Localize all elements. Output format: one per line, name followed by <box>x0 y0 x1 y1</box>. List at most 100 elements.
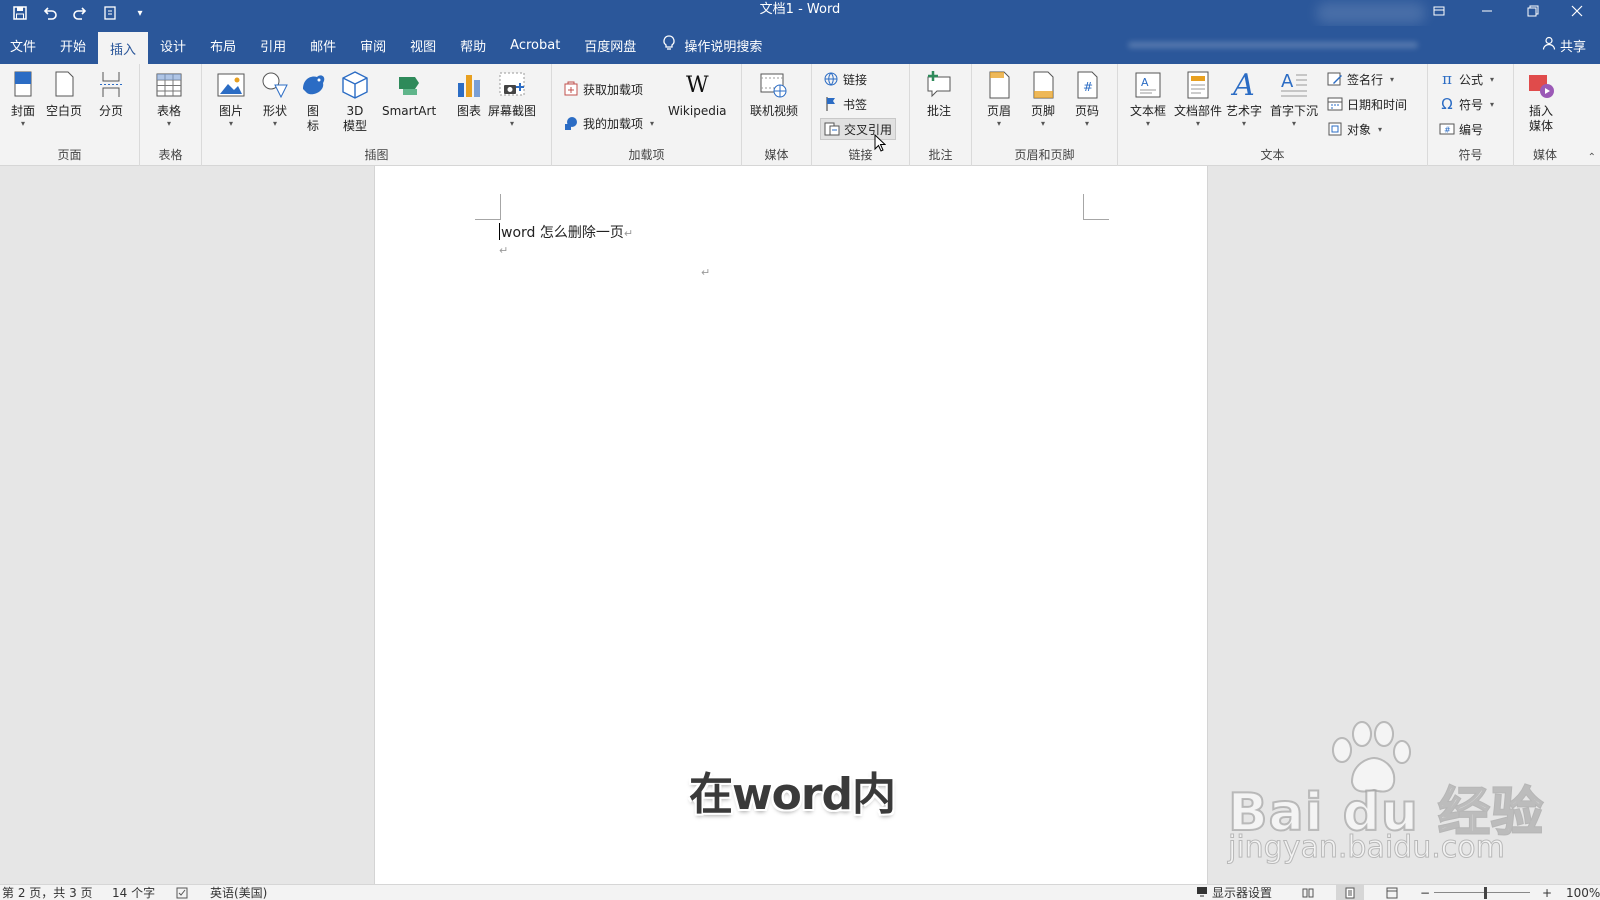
tab-view[interactable]: 视图 <box>398 26 448 64</box>
symbol-button[interactable]: Ω 符号 ▾ <box>1436 93 1497 115</box>
tab-references[interactable]: 引用 <box>248 26 298 64</box>
header-button[interactable]: 页眉 ▾ <box>982 68 1016 129</box>
object-label: 对象 <box>1347 122 1372 137</box>
group-text: A 文本框 ▾ 文档部件 ▾ A 艺术字 ▾ A 首字下沉 ▾ 签名行 ▾ 日期… <box>1118 64 1428 166</box>
signature-line-button[interactable]: 签名行 ▾ <box>1324 68 1397 90</box>
get-addins-button[interactable]: 获取加载项 <box>560 78 646 100</box>
tab-help[interactable]: 帮助 <box>448 26 498 64</box>
dropdown-arrow-icon: ▾ <box>228 119 233 128</box>
video-subtitle: 在word内 <box>688 769 896 820</box>
document-text-line[interactable]: word 怎么删除一页↵ <box>499 222 633 242</box>
icons-button[interactable]: 图 标 <box>298 68 328 134</box>
page-number-button[interactable]: # 页码 ▾ <box>1070 68 1104 129</box>
link-button[interactable]: 链接 <box>820 68 870 90</box>
dropdown-arrow-icon: ▾ <box>1242 119 1247 128</box>
page-count[interactable]: 第 2 页，共 3 页 <box>2 885 93 900</box>
footer-label: 页脚 <box>1030 104 1055 118</box>
tab-home[interactable]: 开始 <box>48 26 98 64</box>
tell-me-search[interactable]: 操作说明搜索 <box>648 26 762 64</box>
online-video-button[interactable]: 联机视频 <box>750 68 798 119</box>
bookmark-button[interactable]: 书签 <box>820 93 870 115</box>
tab-acrobat[interactable]: Acrobat <box>498 26 572 64</box>
smartart-button[interactable]: SmartArt <box>382 68 436 119</box>
table-button[interactable]: 表格 ▾ <box>152 68 186 129</box>
save-icon[interactable] <box>8 2 32 24</box>
tab-review[interactable]: 审阅 <box>348 26 398 64</box>
cross-reference-icon <box>824 121 840 137</box>
tab-baidu-netdisk[interactable]: 百度网盘 <box>572 26 648 64</box>
cover-page-button[interactable]: 封面 ▾ <box>6 68 40 129</box>
object-button[interactable]: 对象 ▾ <box>1324 118 1385 140</box>
zoom-slider-thumb[interactable] <box>1484 887 1487 899</box>
chart-icon <box>452 68 486 102</box>
equation-button[interactable]: π 公式 ▾ <box>1436 68 1497 90</box>
number-label: 编号 <box>1459 122 1484 137</box>
tab-layout[interactable]: 布局 <box>198 26 248 64</box>
new-comment-button[interactable]: 批注 <box>922 68 956 119</box>
get-addins-label: 获取加载项 <box>583 82 644 97</box>
restore-icon[interactable] <box>1510 0 1556 22</box>
undo-icon[interactable] <box>38 2 62 24</box>
number-button[interactable]: # 编号 <box>1436 118 1486 140</box>
wikipedia-icon: W <box>685 72 709 98</box>
wikipedia-button[interactable]: W Wikipedia <box>668 68 727 119</box>
footer-button[interactable]: 页脚 ▾ <box>1026 68 1060 129</box>
signature-line-label: 签名行 <box>1347 72 1384 87</box>
svg-text:#: # <box>1444 126 1451 135</box>
web-layout-icon[interactable] <box>1386 885 1398 900</box>
group-header-footer-label: 页眉和页脚 <box>1014 148 1075 162</box>
document-page[interactable]: word 怎么删除一页↵ ↵ ↵ 在word内 <box>374 166 1208 884</box>
screenshot-button[interactable]: 屏幕截图 ▾ <box>488 68 536 129</box>
3d-models-button[interactable]: 3D 模型 <box>340 68 370 134</box>
tab-insert[interactable]: 插入 <box>98 32 149 64</box>
chart-button[interactable]: 图表 <box>452 68 486 119</box>
display-settings-button[interactable]: 显示器设置 <box>1196 885 1272 900</box>
proofing-icon[interactable] <box>176 885 188 900</box>
crop-mark-top-left <box>475 194 501 220</box>
redo-icon[interactable] <box>68 2 92 24</box>
close-icon[interactable] <box>1554 0 1600 22</box>
shapes-icon <box>258 68 292 102</box>
3d-models-label: 3D 模型 <box>342 104 367 133</box>
group-addins-label: 加载项 <box>628 148 665 162</box>
read-mode-icon[interactable] <box>1302 885 1314 900</box>
collapse-ribbon-icon[interactable]: ⌃ <box>1588 152 1596 163</box>
insert-media-label: 插入 媒体 <box>1528 104 1553 133</box>
dropdown-arrow-icon: ▾ <box>1390 74 1395 84</box>
zoom-in-icon[interactable]: + <box>1542 885 1552 900</box>
pi-icon: π <box>1442 70 1452 88</box>
page-break-button[interactable]: 分页 <box>94 68 128 119</box>
zoom-slider[interactable] <box>1434 892 1530 893</box>
share-button[interactable]: 共享 <box>1542 26 1586 64</box>
dropdown-arrow-icon: ▾ <box>20 119 25 128</box>
print-layout-icon[interactable] <box>1336 885 1364 900</box>
customize-qat-icon[interactable]: ▾ <box>128 2 152 24</box>
lightbulb-icon <box>662 35 676 55</box>
page-number-icon: # <box>1070 68 1104 102</box>
minimize-icon[interactable] <box>1464 0 1510 22</box>
document-canvas: word 怎么删除一页↵ ↵ ↵ 在word内 Bai du 经验 jingya… <box>0 166 1600 884</box>
tab-mailings[interactable]: 邮件 <box>298 26 348 64</box>
dropdown-arrow-icon: ▾ <box>272 119 277 128</box>
paragraph-mark: ↵ <box>701 266 711 279</box>
pictures-button[interactable]: 图片 ▾ <box>214 68 248 129</box>
my-addins-button[interactable]: 我的加载项 ▾ <box>560 112 657 134</box>
quick-parts-button[interactable]: 文档部件 ▾ <box>1174 68 1222 129</box>
language-indicator[interactable]: 英语(美国) <box>210 885 267 900</box>
date-time-label: 日期和时间 <box>1347 97 1408 112</box>
drop-cap-button[interactable]: A 首字下沉 ▾ <box>1270 68 1318 129</box>
blank-page-button[interactable]: 空白页 <box>46 68 82 119</box>
date-time-button[interactable]: 日期和时间 <box>1324 93 1410 115</box>
insert-media-button[interactable]: 插入 媒体 <box>1524 68 1558 134</box>
wordart-button[interactable]: A 艺术字 ▾ <box>1226 68 1262 129</box>
tab-design[interactable]: 设计 <box>148 26 198 64</box>
zoom-level[interactable]: 100% <box>1566 885 1600 900</box>
touch-mode-icon[interactable] <box>98 2 122 24</box>
zoom-out-icon[interactable]: − <box>1420 885 1430 900</box>
shapes-button[interactable]: 形状 ▾ <box>258 68 292 129</box>
word-count[interactable]: 14 个字 <box>112 885 155 900</box>
tab-file[interactable]: 文件 <box>0 26 48 64</box>
text-box-button[interactable]: A 文本框 ▾ <box>1130 68 1166 129</box>
group-pages-label: 页面 <box>57 148 82 162</box>
ribbon-display-options-icon[interactable] <box>1416 0 1462 22</box>
